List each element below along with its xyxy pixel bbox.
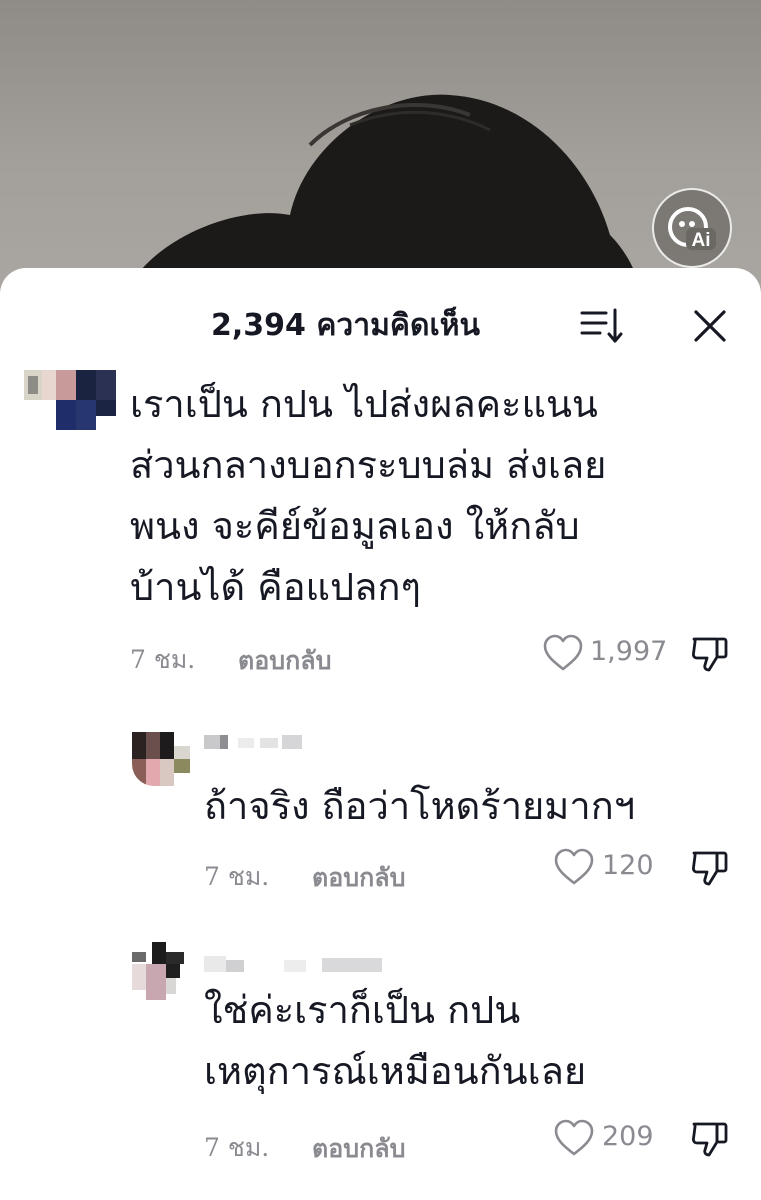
reply-button[interactable]: ตอบกลับ [312, 1129, 405, 1169]
heart-outline-icon[interactable] [553, 848, 595, 886]
ai-badge-icon: Ai [668, 207, 716, 251]
avatar[interactable] [132, 732, 190, 786]
comments-count-text: 2,394 ความคิดเห็น [211, 308, 480, 343]
username-redacted [204, 956, 382, 972]
comments-sheet: 2,394 ความคิดเห็น เราเป็น กปน ไปส่งผลคะแ… [0, 268, 761, 1200]
comment-text: ใช่ค่ะเราก็เป็น กปน เหตุการณ์เหมือนกันเล… [204, 988, 587, 1093]
thumbs-down-outline-icon[interactable] [690, 1119, 730, 1159]
comment-text: เราเป็น กปน ไปส่งผลคะแนน ส่วนกลางบอกระบบ… [130, 382, 607, 609]
thumbs-down-outline-icon[interactable] [690, 634, 730, 674]
reply-button[interactable]: ตอบกลับ [312, 858, 405, 898]
sort-icon[interactable] [580, 306, 626, 346]
avatar[interactable] [24, 370, 116, 430]
ai-badge-button[interactable]: Ai [652, 188, 732, 268]
like-count: 120 [602, 850, 654, 881]
svg-text:Ai: Ai [692, 230, 711, 251]
comment-timestamp: 7 ชม. [204, 862, 270, 891]
comment-text: ถ้าจริง ถือว่าโหดร้ายมากฯ [204, 784, 636, 828]
comment-timestamp: 7 ชม. [130, 645, 196, 674]
heart-outline-icon[interactable] [542, 634, 584, 672]
like-count: 1,997 [590, 636, 668, 667]
heart-outline-icon[interactable] [553, 1119, 595, 1157]
video-background: Ai [0, 0, 761, 300]
username-redacted [204, 735, 302, 749]
avatar[interactable] [132, 942, 190, 1000]
comments-count-title: 2,394 ความคิดเห็น [0, 302, 761, 349]
reply-button[interactable]: ตอบกลับ [238, 641, 331, 681]
comment-timestamp: 7 ชม. [204, 1133, 270, 1162]
like-count: 209 [602, 1121, 654, 1152]
close-icon[interactable] [690, 306, 730, 346]
thumbs-down-outline-icon[interactable] [690, 848, 730, 888]
